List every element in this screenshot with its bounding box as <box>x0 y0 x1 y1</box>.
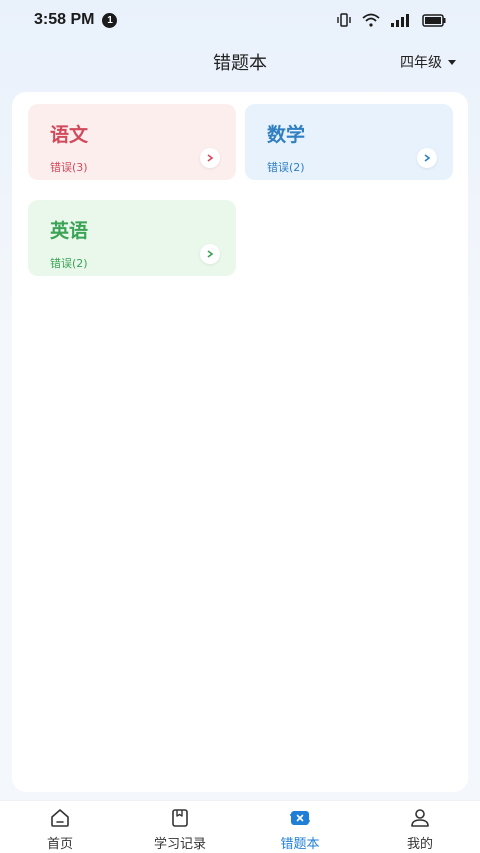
status-icons <box>336 12 446 28</box>
subject-name: 语文 <box>50 124 89 146</box>
chevron-right-icon[interactable] <box>200 244 220 264</box>
nav-label: 首页 <box>46 837 73 852</box>
nav-label: 我的 <box>406 837 433 852</box>
chevron-right-icon[interactable] <box>417 148 437 168</box>
grade-label: 四年级 <box>400 55 442 71</box>
home-icon <box>51 809 69 827</box>
subject-card-chinese[interactable]: 语文 错误(3) <box>28 104 236 180</box>
book-icon <box>172 809 188 827</box>
nav-label: 学习记录 <box>153 837 206 852</box>
nav-item-profile[interactable]: 我的 <box>360 801 480 853</box>
status-bar: 3:58 PM 1 <box>0 0 480 40</box>
subject-panel: 语文 错误(3) 数学 错误(2) 英语 错误(2) <box>12 92 468 792</box>
user-icon <box>411 809 429 827</box>
subject-name: 数学 <box>267 124 306 146</box>
chevron-right-icon[interactable] <box>200 148 220 168</box>
nav-item-home[interactable]: 首页 <box>0 801 120 853</box>
notebook-icon <box>290 811 310 825</box>
subject-card-english[interactable]: 英语 错误(2) <box>28 200 236 276</box>
nav-item-study-records[interactable]: 学习记录 <box>120 801 240 853</box>
signal-icon <box>391 14 409 27</box>
header: 错题本 四年级 <box>0 42 480 82</box>
wifi-icon <box>362 13 380 27</box>
battery-icon <box>422 13 446 27</box>
notification-badge: 1 <box>102 12 118 28</box>
bottom-nav: 首页 学习记录 错题本 我的 <box>0 800 480 853</box>
nav-label: 错题本 <box>280 837 320 852</box>
nav-item-mistake-book[interactable]: 错题本 <box>240 801 360 853</box>
subject-name: 英语 <box>50 220 89 242</box>
page-title: 错题本 <box>213 53 267 74</box>
screen: 3:58 PM 1 错题本 四年级 语文 错误(3) 数学 错误(2) 英语 错… <box>0 0 480 853</box>
caret-down-icon <box>448 59 456 65</box>
grade-select[interactable]: 四年级 <box>400 52 456 72</box>
subject-card-math[interactable]: 数学 错误(2) <box>245 104 453 180</box>
status-time: 3:58 PM <box>34 11 95 28</box>
vibrate-icon <box>337 13 351 27</box>
